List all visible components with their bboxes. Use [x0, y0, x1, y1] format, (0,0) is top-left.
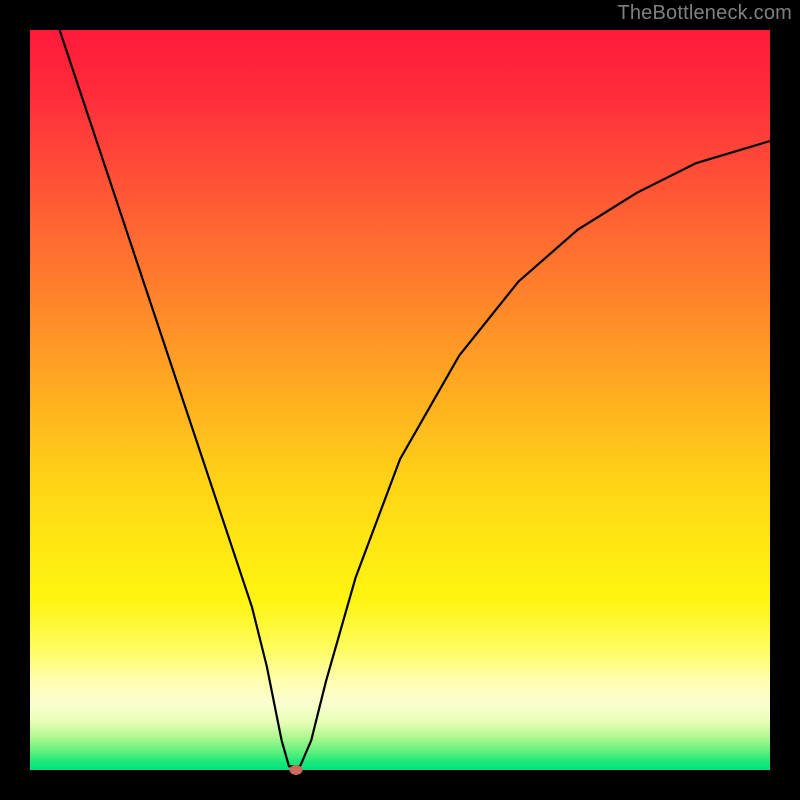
chart-frame: TheBottleneck.com [0, 0, 800, 800]
marker-point [290, 765, 303, 775]
bottleneck-curve [60, 30, 770, 766]
watermark-text: TheBottleneck.com [617, 2, 792, 25]
plot-area [30, 30, 770, 770]
curve-svg [30, 30, 770, 770]
